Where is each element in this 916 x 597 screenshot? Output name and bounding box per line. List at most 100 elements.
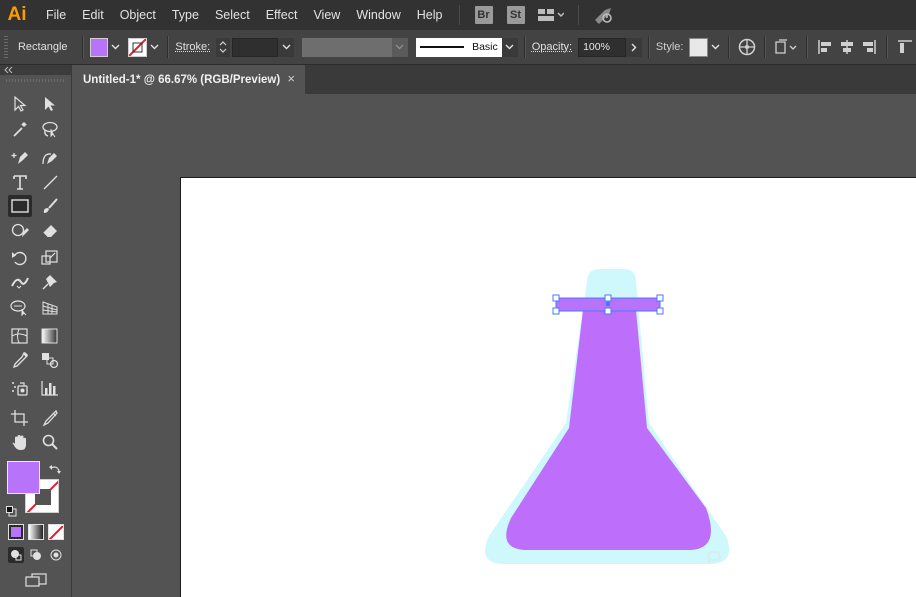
menu-help[interactable]: Help [409, 8, 451, 22]
rotate-tool[interactable] [8, 247, 32, 269]
menu-type[interactable]: Type [164, 8, 207, 22]
selection-handle-bottom-left[interactable] [552, 307, 560, 315]
style-label: Style: [655, 41, 684, 53]
control-separator [886, 36, 889, 58]
fill-dropdown[interactable] [108, 38, 122, 57]
graphic-style-swatch[interactable] [689, 37, 709, 57]
slice-tool[interactable] [38, 407, 62, 429]
draw-behind-button[interactable] [28, 547, 44, 563]
color-mode-button[interactable] [8, 524, 24, 540]
fill-color-swatch[interactable] [7, 461, 40, 494]
tools-grip[interactable] [6, 79, 66, 82]
eraser-tool[interactable] [38, 219, 62, 241]
blend-tool[interactable] [38, 349, 62, 371]
zoom-tool[interactable] [38, 431, 62, 453]
gradient-mode-button[interactable] [28, 524, 44, 540]
stock-button[interactable]: St [506, 6, 525, 24]
curvature-tool[interactable] [38, 146, 62, 168]
align-left-button[interactable] [814, 36, 836, 58]
brush-stroke-preview [419, 46, 465, 48]
control-separator [764, 36, 767, 58]
arrange-documents-button[interactable] [537, 8, 564, 22]
hand-tool[interactable] [8, 431, 32, 453]
symbol-sprayer-tool[interactable] [8, 377, 32, 399]
artboard-tool[interactable] [8, 407, 32, 429]
control-separator [806, 36, 809, 58]
shaper-tool[interactable] [8, 219, 32, 241]
perspective-grid-tool[interactable] [38, 296, 62, 318]
scale-tool[interactable] [38, 247, 62, 269]
recolor-artwork-button[interactable] [736, 36, 758, 58]
opacity-slider-button[interactable] [625, 37, 642, 57]
draw-inside-icon [50, 549, 62, 561]
fill-swatch[interactable] [89, 37, 109, 57]
align-right-button[interactable] [858, 36, 880, 58]
menu-separator [577, 5, 579, 25]
eyedropper-tool[interactable] [8, 349, 32, 371]
document-tab[interactable]: Untitled-1* @ 66.67% (RGB/Preview) × [73, 65, 305, 94]
variable-width-profile[interactable] [302, 37, 392, 57]
bridge-button[interactable]: Br [474, 6, 493, 24]
document-tab-title: Untitled-1* @ 66.67% (RGB/Preview) [83, 73, 281, 86]
rectangle-tool[interactable] [8, 195, 32, 217]
direct-selection-tool[interactable] [38, 93, 62, 115]
menu-select[interactable]: Select [207, 8, 258, 22]
menu-edit[interactable]: Edit [74, 8, 112, 22]
shape-builder-tool[interactable] [8, 296, 32, 318]
graphic-style-dropdown[interactable] [708, 38, 722, 57]
gpu-performance-button[interactable] [593, 6, 615, 24]
puppet-warp-tool[interactable] [38, 271, 62, 293]
panel-grip[interactable] [4, 36, 8, 58]
close-tab-button[interactable]: × [287, 71, 295, 86]
menu-view[interactable]: View [305, 8, 348, 22]
opacity-field[interactable]: 100% [578, 37, 626, 57]
selection-handle-top-right[interactable] [656, 294, 664, 302]
stroke-weight-dropdown[interactable] [278, 37, 295, 57]
menu-object[interactable]: Object [112, 8, 164, 22]
gradient-tool[interactable] [38, 325, 62, 347]
draw-inside-button[interactable] [48, 547, 64, 563]
chevron-down-icon [150, 44, 159, 50]
align-top-button[interactable] [894, 36, 916, 58]
mesh-tool[interactable] [8, 325, 32, 347]
selection-handle-bottom-right[interactable] [656, 307, 664, 315]
transform-options-button[interactable] [772, 36, 800, 58]
width-profile-dropdown[interactable] [391, 37, 408, 57]
column-graph-tool[interactable] [38, 377, 62, 399]
align-center-button[interactable] [836, 36, 858, 58]
brush-dropdown[interactable] [501, 37, 518, 57]
default-fill-stroke-button[interactable] [6, 502, 18, 517]
line-segment-tool[interactable] [38, 171, 62, 193]
type-tool[interactable] [8, 171, 32, 193]
menu-window[interactable]: Window [348, 8, 408, 22]
pen-tool[interactable] [8, 146, 32, 168]
canvas-area[interactable] [73, 94, 916, 597]
menu-effect[interactable]: Effect [258, 8, 306, 22]
selection-handle-top-center[interactable] [604, 294, 612, 302]
stroke-weight-field[interactable] [232, 37, 279, 57]
align-horizontal-center-icon [841, 40, 854, 54]
selection-tool[interactable] [8, 93, 32, 115]
draw-behind-icon [30, 549, 41, 560]
menu-file[interactable]: File [38, 8, 74, 22]
width-tool[interactable] [8, 271, 32, 293]
tools-panel-header[interactable] [0, 65, 71, 75]
menu-bar: Ai File Edit Object Type Select Effect V… [0, 0, 916, 30]
draw-normal-button[interactable] [8, 547, 24, 563]
control-bar: Rectangle Stroke: Basic Opacity: 100% St… [0, 30, 916, 65]
selection-handle-top-left[interactable] [552, 294, 560, 302]
screen-mode-button[interactable] [24, 571, 48, 589]
none-mode-button[interactable] [48, 524, 64, 540]
stroke-dropdown[interactable] [147, 38, 161, 57]
flask-body-shape[interactable] [506, 310, 711, 550]
brush-definition[interactable]: Basic [415, 37, 502, 57]
selection-handle-bottom-center[interactable] [604, 307, 612, 315]
swap-fill-stroke-button[interactable] [49, 461, 63, 475]
stroke-swatch[interactable] [128, 37, 148, 57]
screen-mode-icon [25, 573, 47, 587]
magic-wand-tool[interactable] [8, 118, 32, 140]
lasso-tool[interactable] [38, 118, 62, 140]
paintbrush-tool[interactable] [38, 195, 62, 217]
artboard[interactable] [180, 177, 916, 597]
stroke-weight-stepper[interactable] [216, 37, 231, 57]
